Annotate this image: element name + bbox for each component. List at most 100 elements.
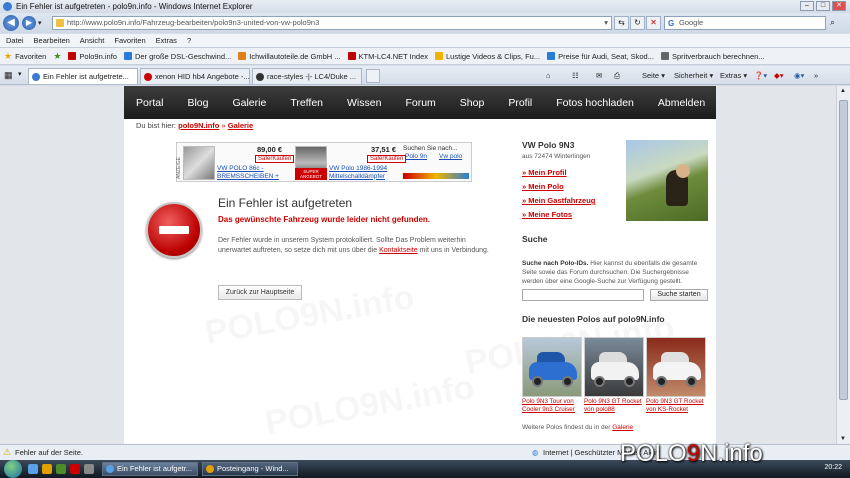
breadcrumb-current-link[interactable]: Galerie [228, 121, 253, 130]
favorites-button[interactable]: ★ Favoriten [4, 51, 46, 62]
favorite-link[interactable]: Preise für Audi, Seat, Skod... [547, 52, 654, 61]
ad-link[interactable]: VW Polo 1986-1994 Mittelschalldämpfer [329, 165, 409, 180]
back-to-home-button[interactable]: Zurück zur Hauptseite [218, 285, 302, 300]
search-magnifier-icon[interactable]: ⌕ [830, 17, 835, 28]
taskbar-mail[interactable]: Posteingang - Wind... [202, 462, 298, 476]
breadcrumb-home-link[interactable]: polo9N.info [178, 121, 219, 130]
favorite-link[interactable]: Polo9n.info [68, 52, 117, 61]
start-button[interactable] [4, 460, 22, 478]
warning-icon[interactable]: ⚠ [3, 445, 11, 460]
ad-search-link[interactable]: Polo 9n [405, 153, 427, 161]
quicklaunch-icon[interactable] [70, 464, 80, 474]
menu-extras[interactable]: Extras [156, 34, 177, 47]
favorite-link[interactable]: Spritverbrauch berechnen... [660, 52, 765, 61]
quick-tabs-icon[interactable]: ▦ [4, 70, 13, 81]
nav-galerie[interactable]: Galerie [232, 97, 266, 109]
history-dropdown-icon[interactable]: ▾ [38, 19, 42, 27]
ad-image-brakes[interactable] [183, 146, 215, 180]
car-thumbnail[interactable] [522, 337, 582, 397]
menu-bearbeiten[interactable]: Bearbeiten [34, 34, 70, 47]
nav-profil[interactable]: Profil [508, 97, 532, 109]
ie-icon [3, 2, 12, 11]
profile-location: aus 72474 Winterlingen [522, 153, 591, 160]
stop-icon[interactable]: ✕ [646, 16, 661, 30]
tab-xenon[interactable]: xenon HID hb4 Angebote -... [140, 68, 250, 84]
car-thumbnail[interactable] [584, 337, 644, 397]
favorite-link[interactable]: KTM-LC4.NET Index [347, 52, 428, 61]
address-input[interactable]: http://www.polo9n.info/Fahrzeug-bearbeit… [52, 16, 612, 30]
ad-banner[interactable]: ANZEIGE 89,00 € SaferKaufen VW POLO 86c … [176, 142, 472, 182]
menu-datei[interactable]: Datei [6, 34, 24, 47]
quicklaunch-icon[interactable] [84, 464, 94, 474]
new-tab-button[interactable] [366, 69, 380, 83]
google-icon: G [668, 19, 675, 28]
back-arrow-icon[interactable]: ◀ [3, 15, 19, 31]
ad-image-exhaust[interactable]: SUPER ANGEBOT [295, 146, 327, 180]
maximize-icon[interactable]: □ [816, 1, 830, 11]
help-icon[interactable]: ❓▾ [754, 68, 767, 83]
addon-icon[interactable]: ◆▾ [774, 68, 784, 83]
scroll-down-icon[interactable]: ▼ [840, 436, 846, 442]
quicklaunch-icon[interactable] [42, 464, 52, 474]
ad-link[interactable]: VW POLO 86c - BREMSSCHEIBEN + [217, 165, 293, 180]
tools-menu[interactable]: Extras ▾ [720, 68, 747, 83]
toolbar-more-icon[interactable]: » [814, 68, 818, 83]
car-thumbnail[interactable] [646, 337, 706, 397]
nav-portal[interactable]: Portal [136, 97, 163, 109]
print-icon[interactable]: ⎙ [614, 68, 620, 83]
address-dropdown-icon[interactable]: ▾ [604, 17, 608, 29]
safety-menu[interactable]: Sicherheit ▾ [674, 68, 713, 83]
compat-view-icon[interactable]: ⇆ [614, 16, 629, 30]
scrollbar-thumb[interactable] [839, 100, 848, 400]
home-icon[interactable]: ⌂ [546, 68, 551, 83]
gallery-link[interactable]: Galerie [612, 424, 633, 431]
ad-search-link[interactable]: Vw polo [439, 153, 462, 161]
tab-list-icon[interactable]: ▾ [18, 70, 22, 78]
tab-error[interactable]: Ein Fehler ist aufgetrete... [28, 68, 138, 84]
search-input[interactable]: G Google [664, 16, 826, 30]
mail-icon[interactable]: ✉ [596, 68, 602, 83]
close-icon[interactable]: ✕ [832, 1, 846, 11]
link-mein-gastfahrzeug[interactable]: » Mein Gastfahrzeug [522, 196, 595, 205]
page-menu[interactable]: Seite ▾ [642, 68, 665, 83]
menu-favoriten[interactable]: Favoriten [114, 34, 145, 47]
link-mein-profil[interactable]: » Mein Profil [522, 168, 567, 177]
quicklaunch-icon[interactable] [56, 464, 66, 474]
car-caption-link[interactable]: Polo 9N3 GT Rocket von polo88 [584, 398, 648, 413]
nav-fotos-hochladen[interactable]: Fotos hochladen [556, 97, 634, 109]
site-search-input[interactable] [522, 289, 644, 301]
link-meine-fotos[interactable]: » Meine Fotos [522, 210, 572, 219]
favorite-link[interactable]: Ichwillautoteile.de GmbH ... [238, 52, 341, 61]
nav-forum[interactable]: Forum [405, 97, 435, 109]
mail-icon [206, 465, 214, 473]
nav-blog[interactable]: Blog [187, 97, 208, 109]
nav-abmelden[interactable]: Abmelden [658, 97, 705, 109]
favorites-bar: ★ Favoriten ★ Polo9n.info Der große DSL-… [0, 48, 850, 65]
forward-arrow-icon[interactable]: ▶ [22, 16, 36, 30]
nav-treffen[interactable]: Treffen [290, 97, 323, 109]
translate-icon[interactable]: ◉▾ [794, 68, 804, 83]
minimize-icon[interactable]: – [800, 1, 814, 11]
favorite-link[interactable]: Lustige Videos & Clips, Fu... [435, 52, 540, 61]
quicklaunch-icon[interactable] [28, 464, 38, 474]
refresh-icon[interactable]: ↻ [630, 16, 645, 30]
favorite-link-label: Preise für Audi, Seat, Skod... [558, 51, 654, 61]
search-start-button[interactable]: Suche starten [650, 289, 708, 301]
profile-photo[interactable] [626, 140, 708, 221]
add-favorite-icon[interactable]: ★ [53, 51, 61, 62]
favorite-link[interactable]: Der große DSL-Geschwind... [123, 52, 231, 61]
taskbar-ie[interactable]: Ein Fehler ist aufgetr... [102, 462, 198, 476]
menu-help[interactable]: ? [187, 34, 191, 47]
contact-link[interactable]: Kontaktseite [379, 247, 418, 254]
car-caption-link[interactable]: Polo 9N3 Tour von Cooler 9n3 Cruiser [522, 398, 586, 413]
car-caption-link[interactable]: Polo 9N3 GT Rocket von KS-Rocket [646, 398, 710, 413]
vertical-scrollbar[interactable]: ▲ ▼ [836, 86, 850, 444]
feeds-icon[interactable]: ☷ [572, 68, 579, 83]
scroll-up-icon[interactable]: ▲ [840, 88, 846, 94]
menu-ansicht[interactable]: Ansicht [80, 34, 105, 47]
nav-shop[interactable]: Shop [460, 97, 485, 109]
tab-race-styles[interactable]: race-styles -|- LC4/Duke ... [252, 68, 362, 84]
link-mein-polo[interactable]: » Mein Polo [522, 182, 564, 191]
site-favicon-icon [238, 52, 247, 60]
nav-wissen[interactable]: Wissen [347, 97, 381, 109]
